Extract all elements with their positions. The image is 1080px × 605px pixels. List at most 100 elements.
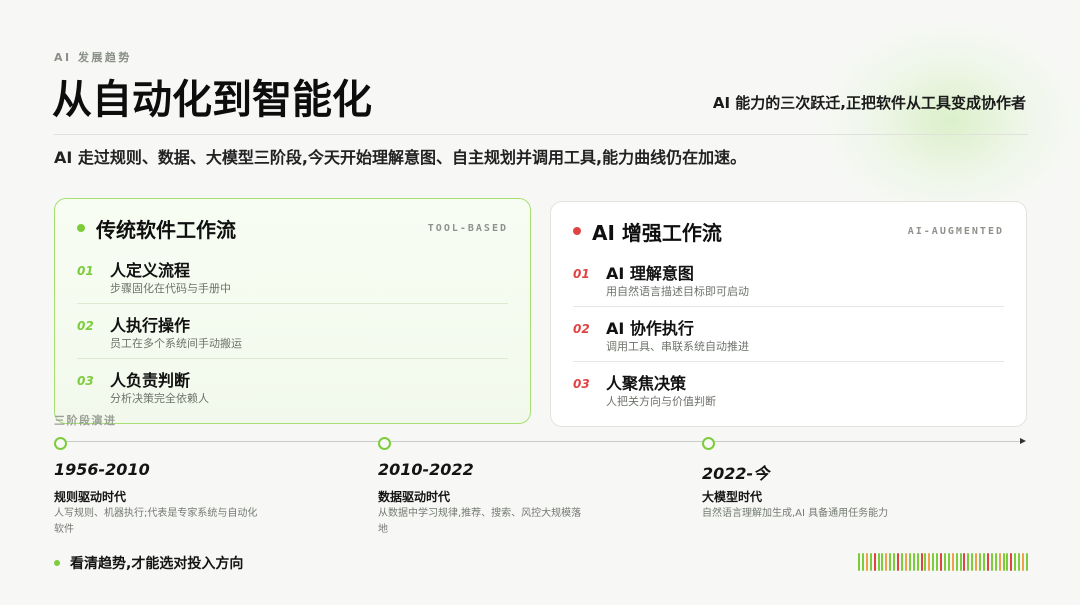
item-title: 人聚焦决策 <box>606 374 687 393</box>
stage-years: 2010-2022 <box>378 460 474 479</box>
item-title: AI 协作执行 <box>606 319 694 338</box>
footer-note: 看清趋势,才能选对投入方向 <box>54 553 243 573</box>
list-item: 01 人定义流程 步骤固化在代码与手册中 <box>77 249 508 304</box>
stage-years: 2022-今 <box>702 464 770 483</box>
barcode-bar <box>869 553 872 571</box>
barcode-bar <box>916 553 919 571</box>
list-item: 02 AI 协作执行 调用工具、串联系统自动推进 <box>573 307 1004 362</box>
card-title: AI 增强工作流 <box>592 220 722 245</box>
background-glow <box>820 20 1080 220</box>
item-description: 用自然语言描述目标即可启动 <box>606 285 749 298</box>
item-description: 调用工具、串联系统自动推进 <box>606 340 749 353</box>
list-item: 02 人执行操作 员工在多个系统间手动搬运 <box>77 304 508 359</box>
card-title: 传统软件工作流 <box>96 217 236 242</box>
footer-text: 看清趋势,才能选对投入方向 <box>70 556 244 572</box>
barcode-bar <box>912 553 915 571</box>
barcode-bar <box>990 553 993 571</box>
barcode-bar <box>1014 553 1017 571</box>
barcode-bar <box>861 553 864 571</box>
card-header: 传统软件工作流 TOOL-BASED <box>77 211 508 245</box>
barcode-bar <box>873 553 876 571</box>
barcode-bar <box>865 553 868 571</box>
barcode-bar <box>955 553 958 571</box>
barcode-bar <box>971 553 974 571</box>
list-item: 01 AI 理解意图 用自然语言描述目标即可启动 <box>573 252 1004 307</box>
barcode-bar <box>881 553 884 571</box>
item-description: 步骤固化在代码与手册中 <box>110 282 231 295</box>
barcode-bar <box>900 553 903 571</box>
stage-description: 从数据中学习规律,推荐、搜索、风控大规模落地 <box>378 508 582 535</box>
stage-era: 数据驱动时代 <box>378 490 451 504</box>
green-dot-icon <box>77 224 85 232</box>
barcode-bar <box>986 553 989 571</box>
header-divider <box>54 134 1028 135</box>
list-item: 03 人聚焦决策 人把关方向与价值判断 <box>573 362 1004 417</box>
barcode-bar <box>858 553 860 571</box>
item-description: 员工在多个系统间手动搬运 <box>110 337 242 350</box>
item-number: 01 <box>77 264 94 278</box>
barcode-bar <box>940 553 943 571</box>
barcode-bar <box>1022 553 1025 571</box>
barcode-bar <box>932 553 935 571</box>
page-tagline: AI 能力的三次跃迁,正把软件从工具变成协作者 <box>712 94 1026 112</box>
barcode-bar <box>959 553 962 571</box>
item-number: 01 <box>573 267 590 281</box>
list-item: 03 人负责判断 分析决策完全依赖人 <box>77 359 508 414</box>
item-title: 人执行操作 <box>110 316 191 335</box>
timeline-axis <box>60 441 1022 442</box>
stage-era: 规则驱动时代 <box>54 490 127 504</box>
stage-marker-icon <box>378 437 391 450</box>
barcode-bar <box>947 553 950 571</box>
item-number: 03 <box>573 377 590 391</box>
eyebrow-label: AI 发展趋势 <box>54 51 132 64</box>
item-description: 分析决策完全依赖人 <box>110 392 209 405</box>
barcode-bar <box>928 553 931 571</box>
barcode-bar <box>998 553 1001 571</box>
barcode-bar <box>1025 553 1028 571</box>
stage-description: 自然语言理解加生成,AI 具备通用任务能力 <box>702 508 889 519</box>
barcode-bar <box>994 553 997 571</box>
stage-years: 1956-2010 <box>54 460 150 479</box>
barcode-bar <box>1006 553 1009 571</box>
barcode-bar <box>983 553 985 571</box>
barcode-bar <box>936 553 939 571</box>
card-item-list: 01 人定义流程 步骤固化在代码与手册中 02 人执行操作 员工在多个系统间手动… <box>77 249 508 414</box>
page-title: 从自动化到智能化 <box>52 77 372 123</box>
stage-marker-icon <box>54 437 67 450</box>
barcode-bar <box>920 553 923 571</box>
barcode-bar <box>979 553 982 571</box>
item-number: 02 <box>77 319 94 333</box>
traditional-workflow-card: 传统软件工作流 TOOL-BASED 01 人定义流程 步骤固化在代码与手册中 … <box>54 198 531 424</box>
stage-description: 人写规则、机器执行;代表是专家系统与自动化软件 <box>54 508 258 535</box>
item-description: 人把关方向与价值判断 <box>606 395 716 408</box>
barcode-bar <box>963 553 966 571</box>
barcode-bar <box>897 553 900 571</box>
item-title: 人负责判断 <box>110 371 191 390</box>
item-title: 人定义流程 <box>110 261 191 280</box>
card-header: AI 增强工作流 AI-AUGMENTED <box>573 214 1004 248</box>
barcode-bar <box>904 553 907 571</box>
barcode-bar <box>1010 553 1013 571</box>
stage-era: 大模型时代 <box>702 490 763 504</box>
barcode-bar <box>1002 553 1005 571</box>
arrow-right-icon <box>1020 438 1026 444</box>
stage-marker-icon <box>702 437 715 450</box>
barcode-bar <box>967 553 970 571</box>
ai-workflow-card: AI 增强工作流 AI-AUGMENTED 01 AI 理解意图 用自然语言描述… <box>550 201 1027 427</box>
green-dot-icon <box>54 560 60 566</box>
barcode-bar <box>924 553 927 571</box>
card-tag: AI-AUGMENTED <box>907 225 1004 237</box>
card-tag: TOOL-BASED <box>427 222 508 234</box>
barcode-bar <box>943 553 946 571</box>
red-dot-icon <box>573 227 581 235</box>
item-title: AI 理解意图 <box>606 264 694 283</box>
timeline-label: 三阶段演进 <box>54 414 117 427</box>
barcode-bar <box>975 553 978 571</box>
item-number: 03 <box>77 374 94 388</box>
barcode-bar <box>951 553 954 571</box>
barcode-bar <box>893 553 896 571</box>
intro-paragraph: AI 走过规则、数据、大模型三阶段,今天开始理解意图、自主规划并调用工具,能力曲… <box>54 148 747 167</box>
card-item-list: 01 AI 理解意图 用自然语言描述目标即可启动 02 AI 协作执行 调用工具… <box>573 252 1004 417</box>
barcode-bar <box>877 553 880 571</box>
barcode-decoration <box>858 553 1028 571</box>
